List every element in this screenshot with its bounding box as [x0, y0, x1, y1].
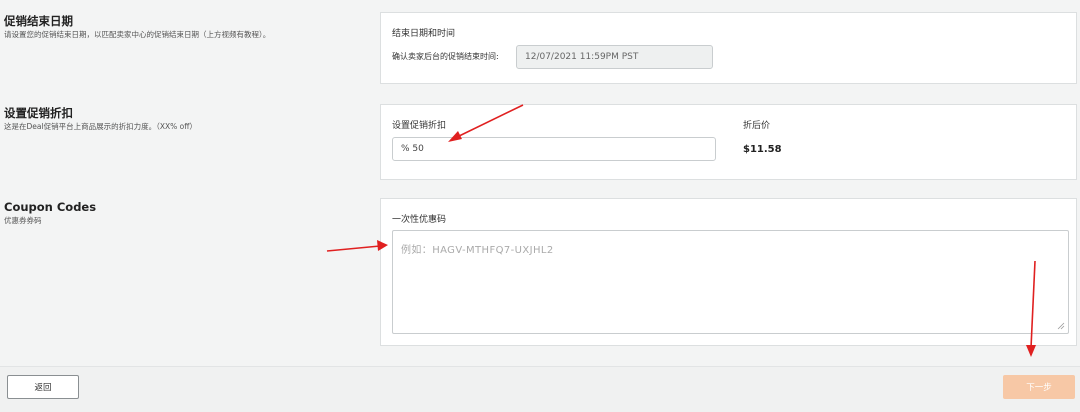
- end-date-card-label: 结束日期和时间: [392, 29, 456, 39]
- discount-desc: 这是在Deal促销平台上商品展示的折扣力度。（XX% off）: [4, 122, 197, 131]
- back-button[interactable]: 返回: [7, 375, 79, 399]
- coupon-desc: 优惠券券码: [4, 216, 42, 225]
- discount-input[interactable]: % 50: [392, 137, 716, 161]
- price-value: $11.58: [743, 144, 782, 155]
- discount-title: 设置促销折扣: [4, 106, 73, 120]
- coupon-placeholder: 例如：HAGV-MTHFQ7-UXJHL2: [401, 245, 554, 256]
- discount-field-label: 设置促销折扣: [392, 121, 447, 131]
- end-date-value: 12/07/2021 11:59PM PST: [525, 52, 639, 62]
- end-date-field-label: 确认卖家后台的促销结束时间:: [392, 52, 499, 61]
- price-label: 折后价: [743, 121, 771, 131]
- footer-bar: [0, 366, 1080, 412]
- discount-value: % 50: [401, 144, 424, 154]
- end-date-desc: 请设置您的促销结束日期，以匹配卖家中心的促销结束日期（上方视频有教程）。: [4, 30, 271, 39]
- end-date-title: 促销结束日期: [4, 14, 73, 28]
- next-button[interactable]: 下一步: [1003, 375, 1075, 399]
- coupon-card: 一次性优惠码 例如：HAGV-MTHFQ7-UXJHL2: [380, 198, 1077, 346]
- coupon-title: Coupon Codes: [4, 200, 97, 214]
- coupon-textarea[interactable]: 例如：HAGV-MTHFQ7-UXJHL2: [392, 230, 1069, 334]
- discount-card: 设置促销折扣 % 50 折后价 $11.58: [380, 104, 1077, 180]
- resize-handle-icon[interactable]: [1057, 322, 1065, 330]
- arrow-coupon-icon: [326, 240, 388, 252]
- end-date-field: 12/07/2021 11:59PM PST: [516, 45, 713, 69]
- coupon-field-label: 一次性优惠码: [392, 215, 447, 225]
- end-date-card: 结束日期和时间 确认卖家后台的促销结束时间: 12/07/2021 11:59P…: [380, 12, 1077, 84]
